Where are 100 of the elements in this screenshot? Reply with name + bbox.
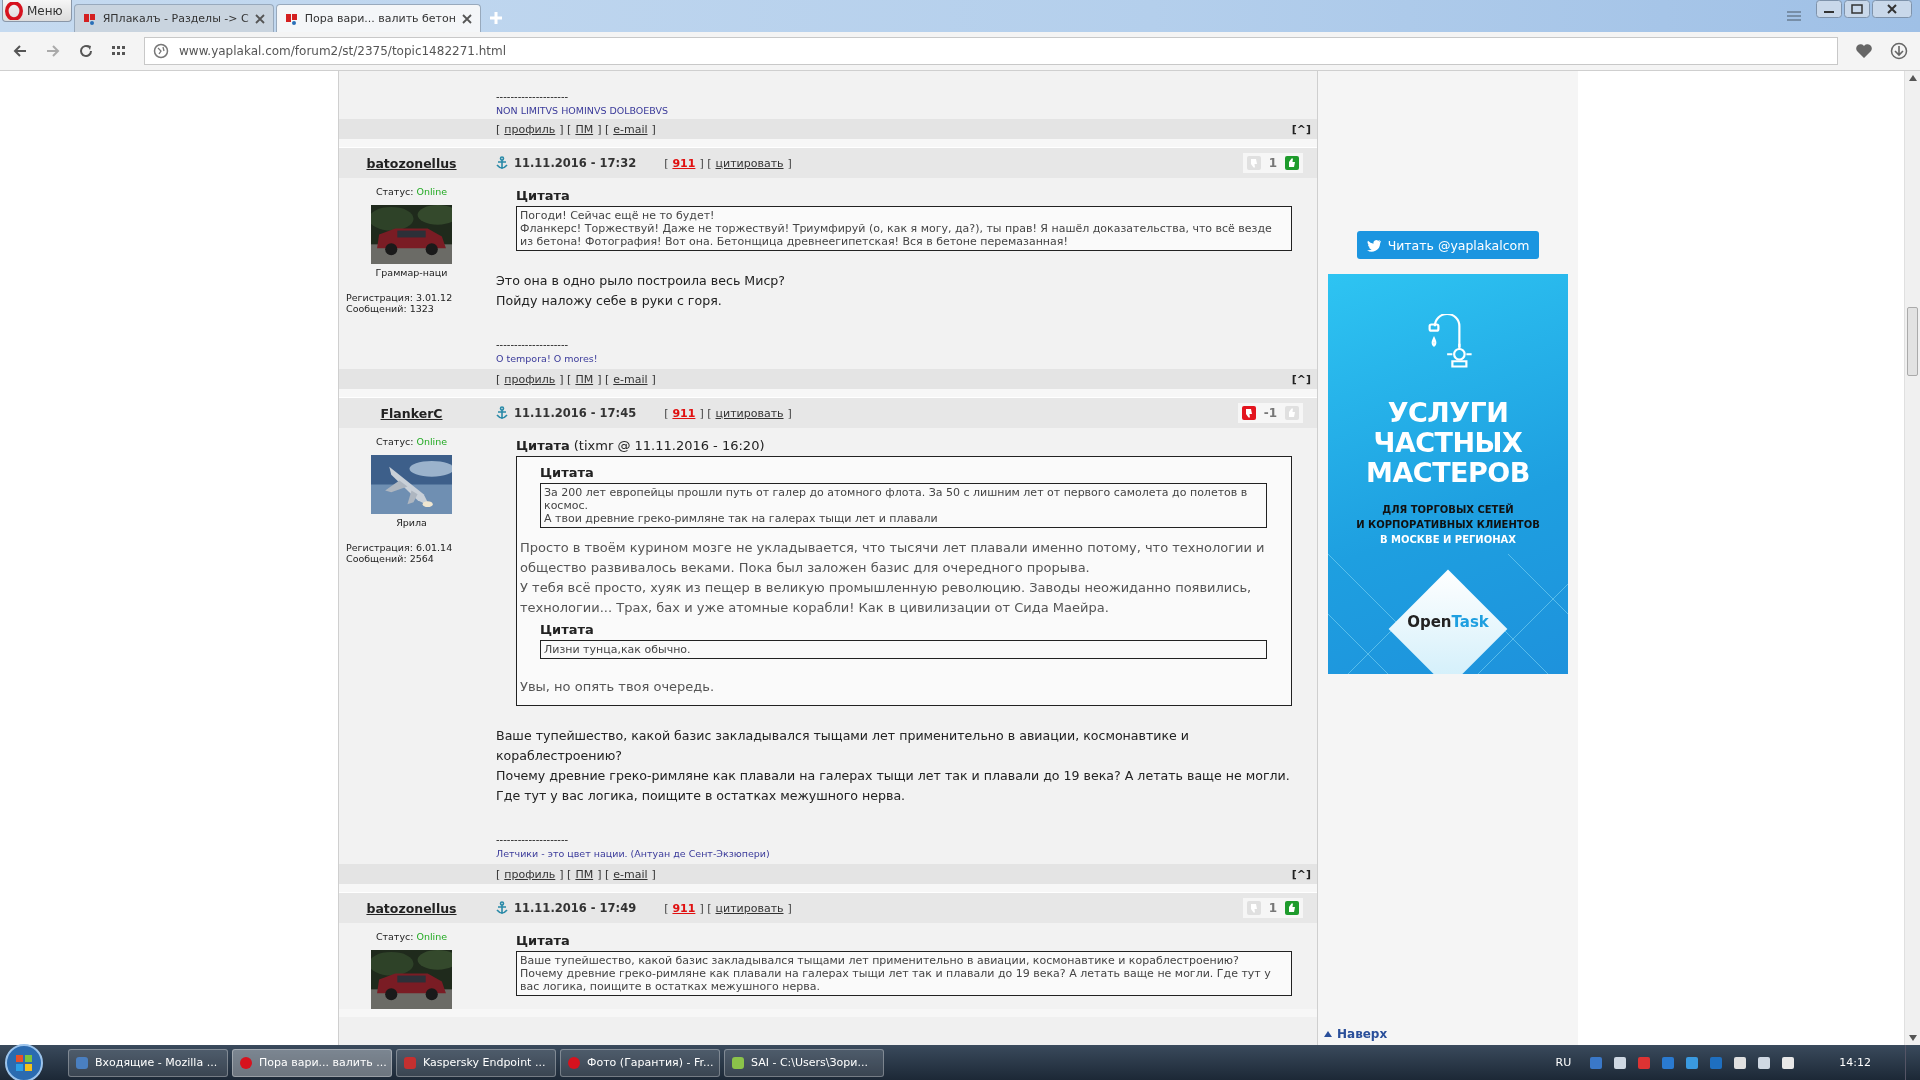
taskbar-button[interactable]: Фото (Гарантия) - Fr... <box>560 1048 720 1077</box>
close-icon[interactable] <box>461 13 472 24</box>
brand-logo: OpenTask <box>1407 612 1489 631</box>
thumbs-down-icon[interactable] <box>1246 156 1261 170</box>
user-status: Статус: Online <box>375 931 448 942</box>
user-rank: Ярила <box>396 517 427 528</box>
menu-button[interactable]: Меню <box>2 0 72 22</box>
bracket: ] [ <box>597 867 610 881</box>
quote-link[interactable]: цитировать <box>715 901 784 915</box>
to-top-link[interactable]: [^] <box>1291 372 1311 386</box>
scroll-down-icon[interactable] <box>1908 1035 1917 1041</box>
tray-icon[interactable] <box>1781 1055 1796 1070</box>
profile-link[interactable]: ПМ <box>575 867 594 881</box>
to-top-link[interactable]: [^] <box>1291 867 1311 881</box>
taskbar-button[interactable]: Kaspersky Endpoint ... <box>396 1048 556 1077</box>
app-icon <box>403 1055 417 1070</box>
scrollbar-thumb[interactable] <box>1907 307 1918 376</box>
opera-logo-icon <box>5 1 23 20</box>
minimize-icon[interactable] <box>1816 0 1842 18</box>
scroll-up-icon[interactable] <box>1908 75 1917 81</box>
author-link[interactable]: batozonellus <box>366 900 457 916</box>
profile-link[interactable]: профиль <box>504 867 556 881</box>
thumbs-up-icon[interactable] <box>1285 406 1299 420</box>
post-date: 11.11.2016 - 17:49 <box>514 901 637 915</box>
quote-link[interactable]: цитировать <box>715 406 784 420</box>
profile-link[interactable]: e-mail <box>613 867 648 881</box>
post-text: Ваше тупейшество, какой базис закладывался тыщами лет применительно в авиации, космонавтике и кораблестроению? <box>496 727 1191 765</box>
profile-link[interactable]: профиль <box>504 122 556 136</box>
anchor-icon[interactable] <box>496 406 508 420</box>
quote-text: Увы, но опять твоя очередь. <box>520 678 716 696</box>
profile-link[interactable]: e-mail <box>613 372 648 386</box>
signature-divider: -------------------- <box>496 834 570 846</box>
profile-link[interactable]: профиль <box>504 372 556 386</box>
quote-title: Цитата <box>516 933 571 948</box>
bracket: [ <box>664 156 669 170</box>
ad-subheading: И КОРПОРАТИВНЫХ КЛИЕНТОВ <box>1356 518 1540 532</box>
quote-link[interactable]: цитировать <box>715 156 784 170</box>
post-text: Это она в одно рыло построила весь Миср? <box>496 272 786 290</box>
taskbar-button[interactable]: Пора вари... валить ... <box>232 1048 392 1077</box>
taskbar-button[interactable]: SAI - C:\Users\Зори... <box>724 1048 884 1077</box>
rating-count: 1 <box>1268 156 1277 170</box>
browser-tab[interactable]: ЯПлакалъ - Разделы -> С <box>73 4 274 32</box>
bracket: ] <box>651 122 656 136</box>
bracket: ] [ <box>559 122 572 136</box>
heart-icon[interactable] <box>1855 43 1873 59</box>
close-icon[interactable] <box>254 13 265 24</box>
quote-text: За 200 лет европейцы прошли путь от галер до атомного флота. За 50 с лишним лет от первого самолета до полетов в космос. <box>544 486 1249 512</box>
ad-heading: УСЛУГИ ЧАСТНЫХ МАСТЕРОВ <box>1366 398 1530 488</box>
report-link[interactable]: 911 <box>672 156 696 170</box>
triangle-up-icon <box>1324 1031 1332 1037</box>
quote-title: Цитата (tixmr @ 11.11.2016 - 16:20) <box>516 438 766 453</box>
back-to-top-link[interactable]: Наверх <box>1324 1027 1388 1041</box>
post-date: 11.11.2016 - 17:45 <box>514 406 637 420</box>
profile-link[interactable]: ПМ <box>575 122 594 136</box>
profile-link[interactable]: e-mail <box>613 122 648 136</box>
browser-tab[interactable]: Пора вари... валить бетон <box>275 4 481 32</box>
quote-text: Просто в твоём курином мозге не укладывается, что тысячи лет плавали именно потому, что технологии и общество развивалось веками. Пока был заложен базис для очередного прорыва. <box>520 539 1266 577</box>
app-icon <box>75 1055 89 1070</box>
thumbs-up-icon[interactable] <box>1285 156 1299 170</box>
maximize-icon[interactable] <box>1844 0 1870 18</box>
author-link[interactable]: FlankerC <box>380 405 443 421</box>
address-field[interactable]: www.yaplakal.com/forum2/st/2375/topic1482271.html <box>144 37 1838 65</box>
thumbs-up-icon[interactable] <box>1285 901 1299 915</box>
scrollbar[interactable] <box>1904 71 1920 1045</box>
tray-icon[interactable] <box>1685 1055 1700 1070</box>
thumbs-down-icon[interactable] <box>1246 901 1261 915</box>
back-icon[interactable] <box>12 43 28 59</box>
signature-divider: -------------------- <box>496 339 570 351</box>
bracket: ] [ <box>699 406 712 420</box>
to-top-link[interactable]: [^] <box>1291 122 1311 136</box>
report-link[interactable]: 911 <box>672 901 696 915</box>
favicon-icon <box>82 11 97 26</box>
signature: O tempora! O mores! <box>496 352 599 366</box>
anchor-icon[interactable] <box>496 901 508 915</box>
bird-icon <box>1366 238 1382 252</box>
app-icon <box>239 1055 253 1070</box>
signature: Летчики - это цвет нации. (Антуан де Сент-Экзюпери) <box>496 847 771 861</box>
post-text: Пойду наложу себе в руки с горя. <box>496 292 723 310</box>
post-text: Где тут у вас логика, поищите в остатках межушного нерва. <box>496 787 907 805</box>
report-link[interactable]: 911 <box>672 406 696 420</box>
anchor-icon[interactable] <box>496 156 508 170</box>
user-status: Статус: Online <box>375 186 448 197</box>
taskbar-button[interactable]: Входящие - Mozilla ... <box>68 1048 228 1077</box>
language-indicator[interactable]: RU <box>1555 1056 1572 1069</box>
thumbs-down-icon[interactable] <box>1241 406 1256 420</box>
quote-text: Погоди! Сейчас ещё не то будет! <box>520 209 716 222</box>
download-icon[interactable] <box>1890 42 1908 60</box>
close-icon[interactable] <box>1872 0 1912 18</box>
author-link[interactable]: batozonellus <box>366 155 457 171</box>
tray-icon[interactable] <box>1613 1055 1628 1070</box>
start-button[interactable] <box>4 1042 44 1080</box>
tray-icon[interactable] <box>1757 1055 1772 1070</box>
bracket: ] <box>651 372 656 386</box>
ad-banner[interactable]: УСЛУГИ ЧАСТНЫХ МАСТЕРОВ ДЛЯ ТОРГОВЫХ СЕТЕЙ И КОРПОРАТИВНЫХ КЛИЕНТОВ В МОСКВЕ И РЕГИОНАХ OpenTask <box>1328 274 1568 674</box>
reload-icon[interactable] <box>78 43 94 59</box>
profile-link[interactable]: ПМ <box>575 372 594 386</box>
app-icon <box>567 1055 581 1070</box>
quote-title: Цитата <box>540 465 595 480</box>
message-count: Сообщений: 2564 <box>345 553 434 564</box>
tray-icon[interactable] <box>1733 1055 1748 1070</box>
